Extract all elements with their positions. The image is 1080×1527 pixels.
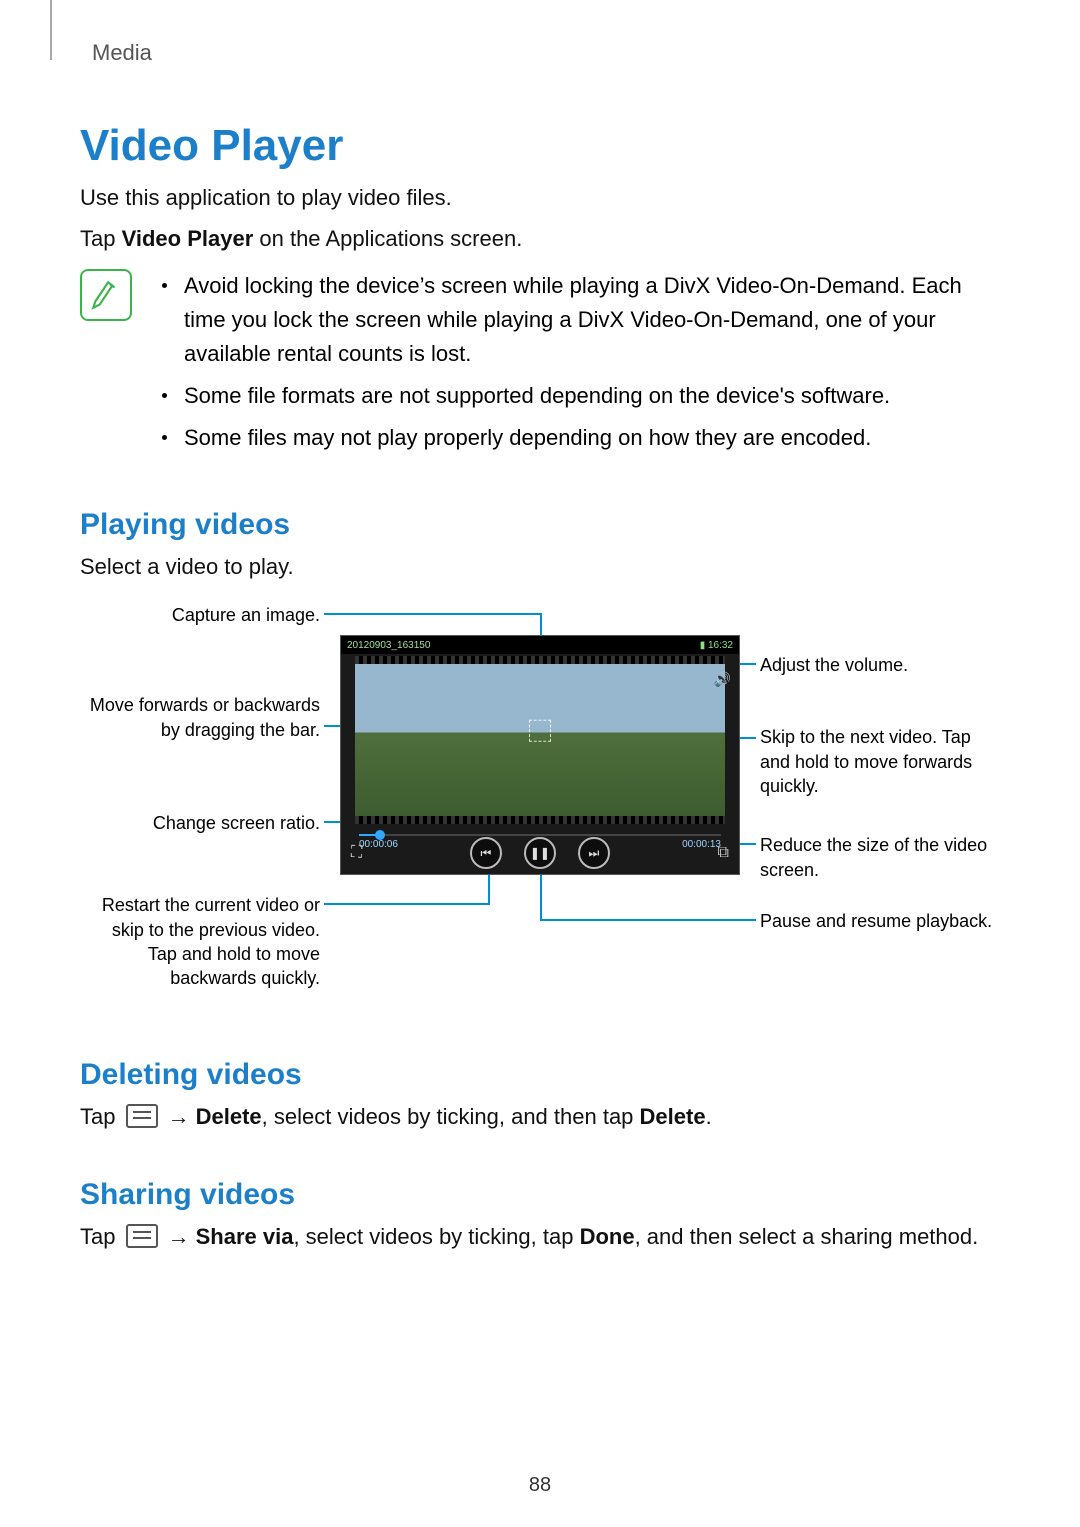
note-item: Some files may not play properly dependi… — [156, 421, 1000, 455]
corner-fold-decoration — [50, 0, 52, 60]
player-clock-text: 16:32 — [708, 640, 733, 651]
playing-subtext: Select a video to play. — [80, 550, 1000, 583]
player-topbar: 20120903_163150 ▮ 16:32 — [341, 636, 739, 654]
section-heading-sharing: Sharing videos — [80, 1178, 1000, 1212]
popup-player-icon[interactable]: ⧉ — [718, 844, 729, 862]
menu-icon — [126, 1104, 158, 1128]
note-list: Avoid locking the device’s screen while … — [156, 269, 1000, 463]
callout-pause: Pause and resume playback. — [760, 909, 1000, 933]
callout-restart: Restart the current video or skip to the… — [80, 893, 320, 990]
intro-text-2: Tap Video Player on the Applications scr… — [80, 222, 1000, 255]
note-block: Avoid locking the device’s screen while … — [80, 269, 1000, 463]
previous-button[interactable]: ⏮ — [470, 837, 502, 869]
transport-controls: ⏮ ❚❚ ⏭ — [470, 837, 610, 869]
callout-volume: Adjust the volume. — [760, 653, 1000, 677]
player-controls: ⛶ ⏮ ❚❚ ⏭ ⧉ — [341, 836, 739, 870]
intro-text-1: Use this application to play video files… — [80, 181, 1000, 214]
share-end: , and then select a sharing method. — [635, 1224, 979, 1249]
video-player-mockup: 20120903_163150 ▮ 16:32 🔊 00:00:06 00:00… — [340, 635, 740, 875]
note-icon — [80, 269, 132, 321]
del-bold2: Delete — [640, 1104, 706, 1129]
screen-ratio-icon[interactable]: ⛶ — [351, 844, 362, 862]
callout-ratio: Change screen ratio. — [80, 811, 320, 835]
callout-reduce: Reduce the size of the video screen. — [760, 833, 1000, 882]
intro-tap-bold: Video Player — [122, 226, 254, 251]
filmstrip-decoration — [355, 656, 725, 664]
leader-line — [324, 613, 540, 615]
del-end: . — [706, 1104, 712, 1129]
player-clock: ▮ 16:32 — [700, 640, 733, 651]
del-pre: Tap — [80, 1104, 122, 1129]
share-mid: , select videos by ticking, tap — [293, 1224, 579, 1249]
share-bold2: Done — [580, 1224, 635, 1249]
note-item: Avoid locking the device’s screen while … — [156, 269, 1000, 371]
volume-icon[interactable]: 🔊 — [714, 671, 731, 688]
deleting-text: Tap →Delete, select videos by ticking, a… — [80, 1100, 1000, 1133]
note-item: Some file formats are not supported depe… — [156, 379, 1000, 413]
page-number: 88 — [0, 1474, 1080, 1497]
share-bold1: Share via — [196, 1224, 294, 1249]
callout-drag: Move forwards or backwards by dragging t… — [80, 693, 320, 742]
share-pre: Tap — [80, 1224, 122, 1249]
next-button[interactable]: ⏭ — [578, 837, 610, 869]
intro-tap-pre: Tap — [80, 226, 122, 251]
del-mid: , select videos by ticking, and then tap — [262, 1104, 640, 1129]
intro-tap-post: on the Applications screen. — [253, 226, 522, 251]
arrow-icon: → — [168, 1100, 190, 1133]
player-filename: 20120903_163150 — [347, 640, 430, 651]
player-diagram: Capture an image. Move forwards or backw… — [80, 593, 1000, 1013]
callout-next: Skip to the next video. Tap and hold to … — [760, 725, 1000, 798]
callout-capture: Capture an image. — [80, 603, 320, 627]
breadcrumb: Media — [92, 40, 1000, 66]
arrow-icon: → — [168, 1220, 190, 1253]
del-bold1: Delete — [196, 1104, 262, 1129]
pause-button[interactable]: ❚❚ — [524, 837, 556, 869]
leader-line — [324, 903, 490, 905]
menu-icon — [126, 1224, 158, 1248]
filmstrip-decoration — [355, 816, 725, 824]
page-title: Video Player — [80, 121, 1000, 171]
section-heading-deleting: Deleting videos — [80, 1058, 1000, 1092]
sharing-text: Tap →Share via, select videos by ticking… — [80, 1220, 1000, 1253]
section-heading-playing: Playing videos — [80, 508, 1000, 542]
capture-icon[interactable] — [529, 720, 551, 742]
leader-line — [540, 919, 756, 921]
document-page: Media Video Player Use this application … — [0, 0, 1080, 1527]
